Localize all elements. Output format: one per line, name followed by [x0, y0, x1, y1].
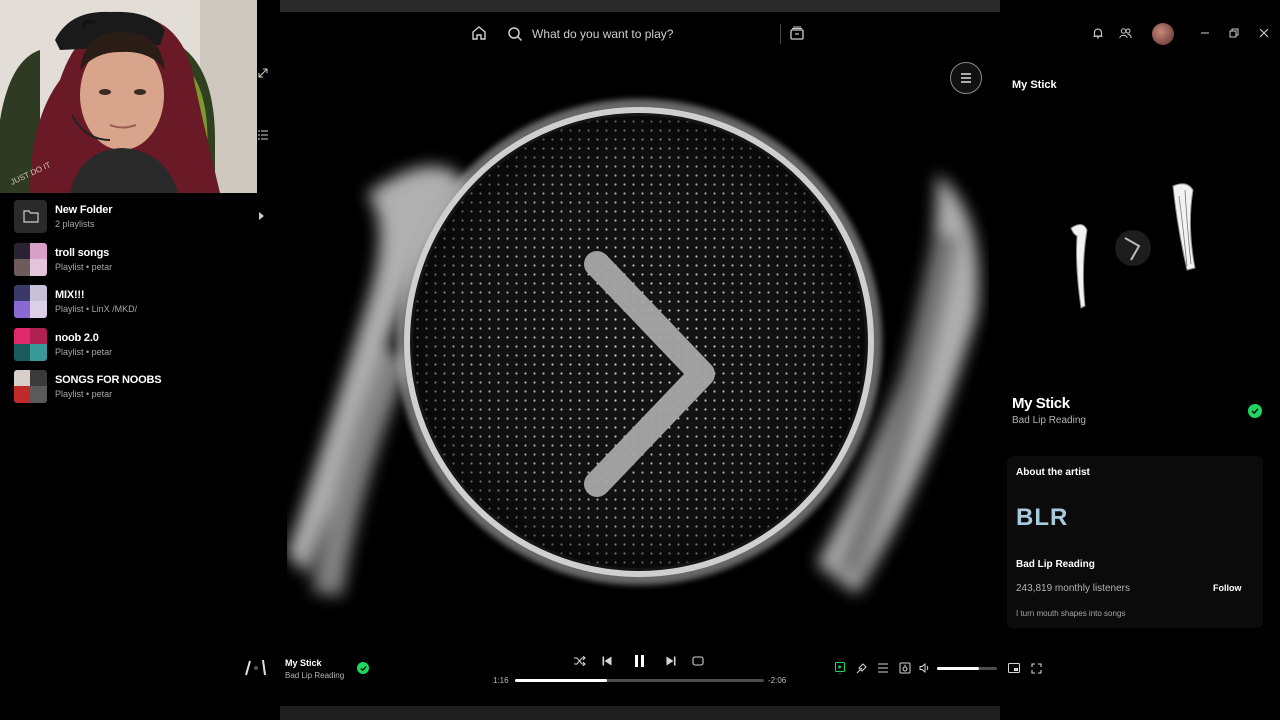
library-item-subtitle: Playlist • petar — [55, 346, 113, 357]
player-bar: My Stick Bad Lip Reading 1:16 -2:06 — [0, 640, 1280, 704]
lyrics-icon[interactable] — [855, 661, 869, 675]
close-icon[interactable] — [1257, 26, 1271, 40]
now-playing-title[interactable]: My Stick — [285, 658, 322, 668]
visualizer-menu-button[interactable] — [950, 62, 982, 94]
progress-bar[interactable] — [515, 679, 764, 682]
artist-bio: I turn mouth shapes into songs — [1016, 609, 1126, 618]
library-item-subtitle: 2 playlists — [55, 218, 95, 229]
home-icon[interactable] — [470, 24, 488, 42]
restore-icon[interactable] — [1227, 26, 1241, 40]
remaining-time: -2:06 — [768, 676, 787, 685]
search-divider — [780, 24, 781, 44]
library-item-subtitle: Playlist • LinX /MKD/ — [55, 303, 138, 314]
playlist-cover — [14, 284, 47, 318]
volume-icon[interactable] — [918, 661, 932, 675]
search-input[interactable]: What do you want to play? — [532, 27, 673, 41]
repeat-icon[interactable] — [691, 654, 705, 668]
now-playing-view-icon[interactable] — [833, 661, 847, 675]
about-artist-card[interactable]: About the artist BLR Bad Lip Reading 243… — [1007, 456, 1263, 628]
library-item-subtitle: Playlist • petar — [55, 388, 113, 399]
now-playing-cover[interactable] — [243, 657, 269, 679]
previous-icon[interactable] — [600, 654, 614, 668]
library-item-title: SONGS FOR NOOBS — [55, 373, 162, 386]
now-playing-artist[interactable]: Bad Lip Reading — [285, 671, 344, 680]
library-item-playlist[interactable]: SONGS FOR NOOBS Playlist • petar — [14, 368, 270, 404]
chevron-right-icon[interactable] — [259, 212, 264, 220]
queue-icon[interactable] — [876, 661, 890, 675]
follow-button[interactable]: Follow — [1213, 583, 1242, 593]
song-artist[interactable]: Bad Lip Reading — [1012, 415, 1086, 426]
check-icon[interactable] — [1248, 404, 1262, 418]
connect-device-icon[interactable] — [898, 661, 912, 675]
library-sidebar: New Folder 2 playlists troll songs Playl… — [0, 68, 280, 633]
library-item-playlist[interactable]: troll songs Playlist • petar — [14, 241, 270, 277]
progress-fill — [515, 679, 608, 682]
song-title[interactable]: My Stick — [1012, 395, 1070, 412]
library-item-playlist[interactable]: MIX!!! Playlist • LinX /MKD/ — [14, 283, 270, 319]
library-item-title: New Folder — [55, 203, 113, 216]
playlist-cover — [14, 242, 47, 276]
search-icon — [506, 25, 524, 43]
volume-fill — [937, 667, 979, 670]
bell-icon[interactable] — [1091, 26, 1105, 40]
artist-logo: BLR — [1016, 504, 1069, 531]
panel-title[interactable]: My Stick — [1012, 79, 1057, 91]
folder-icon — [14, 199, 47, 233]
list-view-icon[interactable] — [257, 129, 269, 141]
check-icon[interactable] — [357, 662, 369, 674]
library-item-title: noob 2.0 — [55, 331, 99, 344]
search-bar[interactable]: What do you want to play? — [500, 20, 800, 48]
volume-slider[interactable] — [937, 667, 997, 670]
background-band-bottom — [280, 706, 1000, 720]
library-item-folder[interactable]: New Folder 2 playlists — [14, 198, 270, 234]
elapsed-time: 1:16 — [493, 676, 509, 685]
library-item-title: troll songs — [55, 246, 110, 259]
shuffle-icon[interactable] — [573, 654, 587, 668]
playlist-cover — [14, 327, 47, 361]
about-heading: About the artist — [1016, 467, 1090, 478]
next-icon[interactable] — [664, 654, 678, 668]
browse-icon[interactable] — [789, 25, 805, 41]
expand-icon[interactable] — [257, 67, 269, 79]
background-band-top — [280, 0, 1000, 12]
menu-icon — [961, 73, 971, 83]
album-art — [1001, 116, 1269, 416]
avatar[interactable] — [1152, 23, 1174, 45]
webcam-overlay: JUST DO IT — [0, 0, 257, 193]
now-playing-panel: My Stick My Stick Bad Lip Reading About … — [1001, 66, 1269, 632]
now-playing-visualizer — [287, 54, 989, 631]
monthly-listeners: 243,819 monthly listeners — [1016, 583, 1130, 594]
playlist-cover — [14, 369, 47, 403]
library-item-playlist[interactable]: noob 2.0 Playlist • petar — [14, 326, 270, 362]
minimize-icon[interactable] — [1198, 26, 1212, 40]
artist-name[interactable]: Bad Lip Reading — [1016, 559, 1095, 570]
fullscreen-icon[interactable] — [1029, 661, 1043, 675]
pause-icon[interactable] — [632, 654, 646, 668]
library-item-subtitle: Playlist • petar — [55, 261, 113, 272]
library-item-title: MIX!!! — [55, 288, 85, 301]
mini-player-icon[interactable] — [1007, 661, 1021, 675]
friends-activity-icon[interactable] — [1118, 26, 1132, 40]
